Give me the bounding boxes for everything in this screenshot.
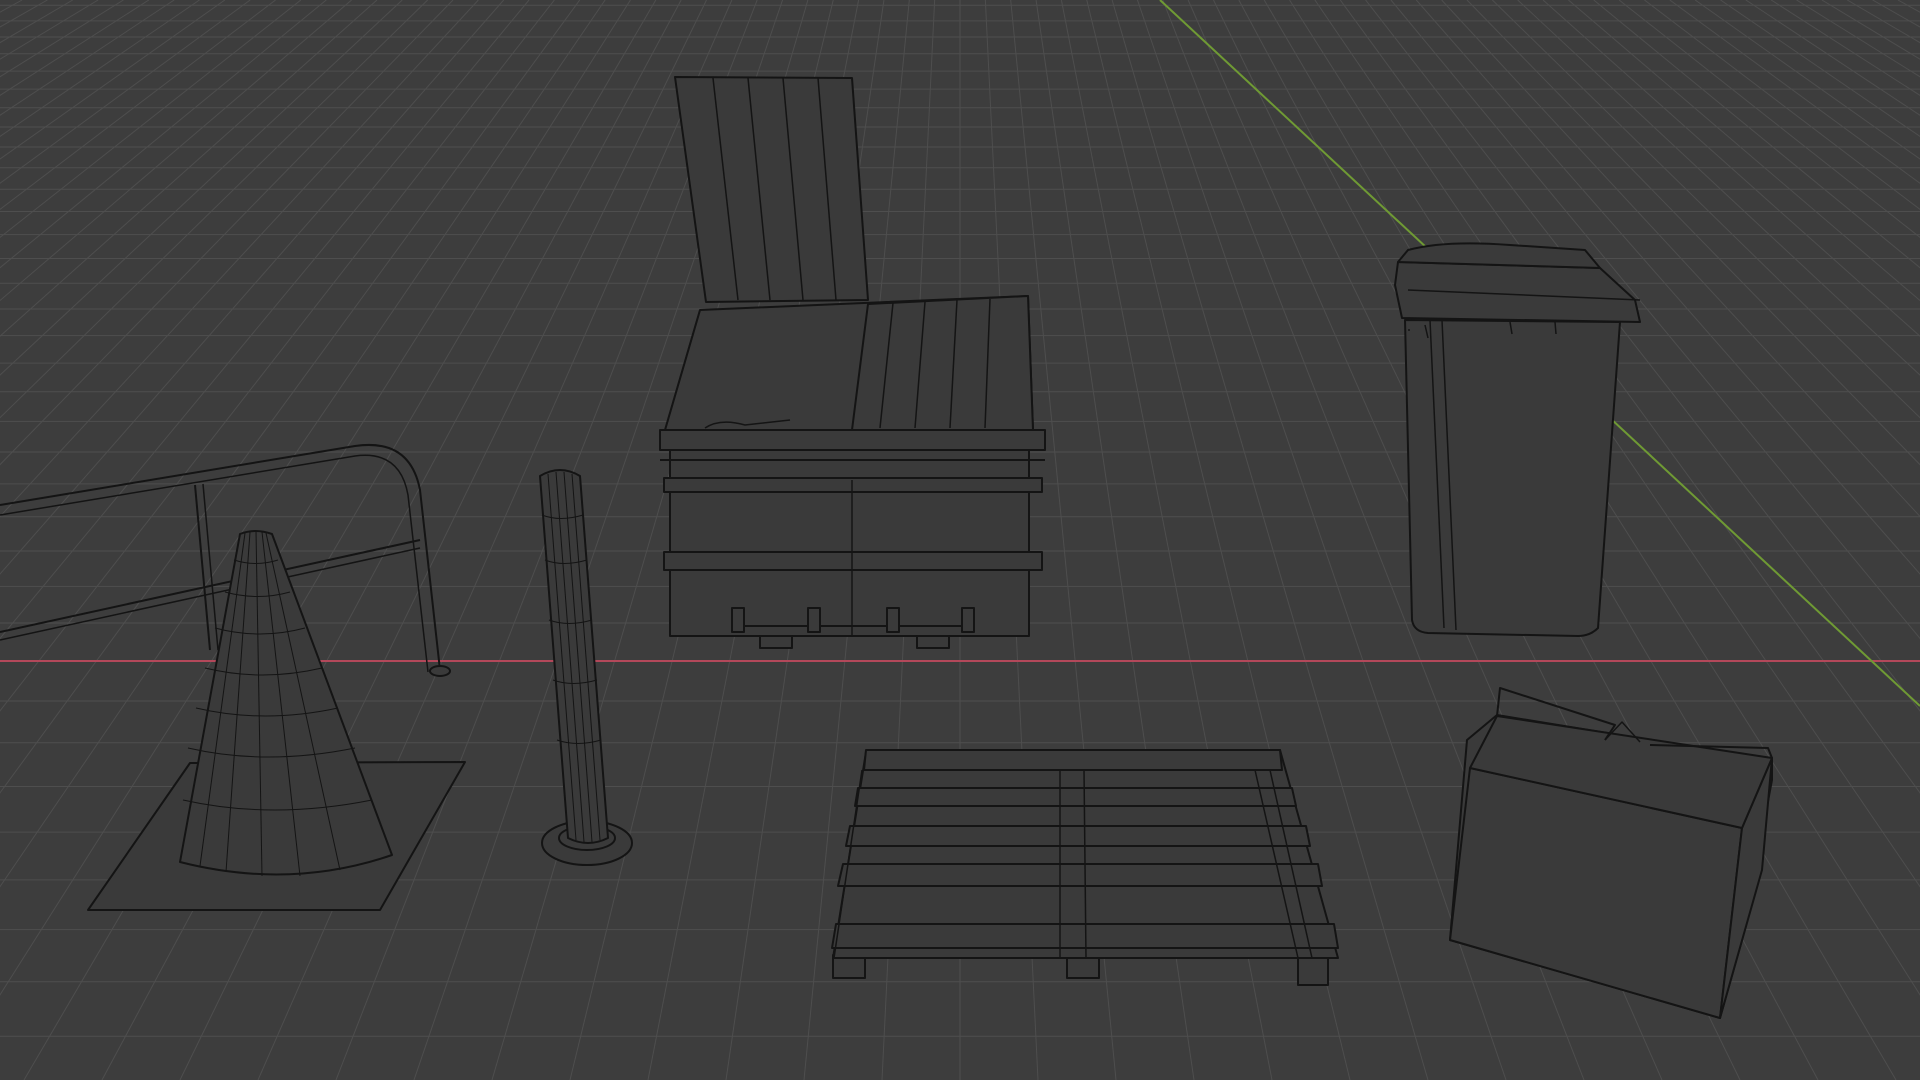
3d-viewport[interactable] — [0, 0, 1920, 1080]
viewport-canvas[interactable] — [0, 0, 1920, 1080]
pallet[interactable] — [831, 749, 1339, 986]
